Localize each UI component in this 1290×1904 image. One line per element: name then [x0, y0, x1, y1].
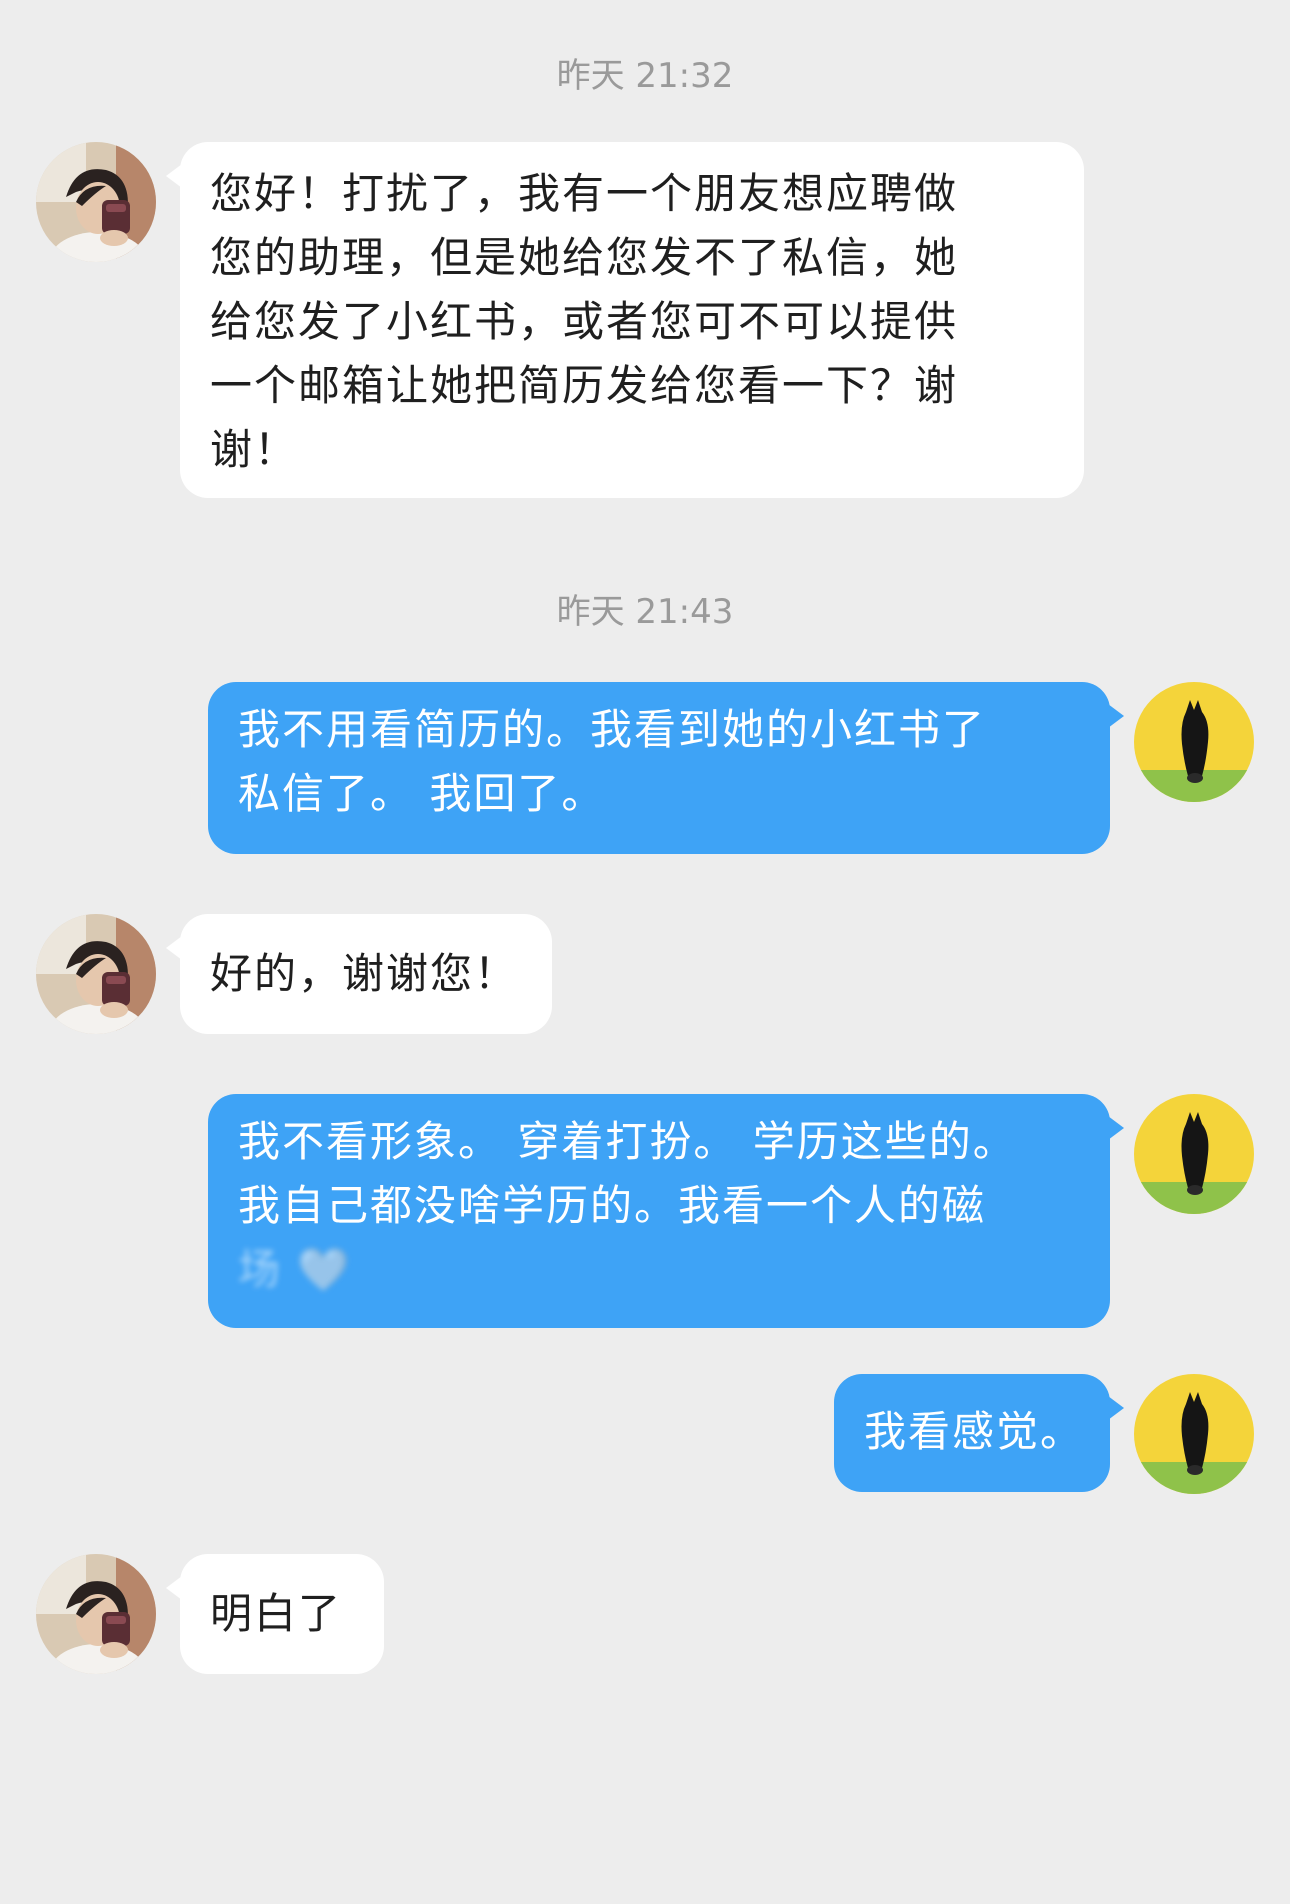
- message-line: 我不看形象。 穿着打扮。 学历这些的。: [238, 1117, 1017, 1166]
- message-line: 我自己都没啥学历的。我看一个人的磁: [238, 1181, 987, 1230]
- message-line: 私信了。 我回了。: [238, 769, 606, 818]
- message-line: 好的，谢谢您！: [210, 949, 519, 998]
- timestamp: 昨天 21:32: [556, 56, 734, 96]
- chat-window: 昨天 21:32 您好！打扰了，我有一个朋友想应聘做 您的助理，但是她给您发不了…: [0, 0, 1290, 1904]
- message-line: 给您发了小红书，或者您可不可以提供: [210, 297, 959, 346]
- message-line: 谢！: [210, 425, 299, 474]
- horse-head-avatar-icon[interactable]: [1134, 1094, 1254, 1214]
- message-bubble-incoming[interactable]: 明白了: [166, 1554, 384, 1674]
- message-line: 您好！打扰了，我有一个朋友想应聘做: [210, 169, 959, 218]
- message-bubble-outgoing[interactable]: 我看感觉。: [834, 1374, 1124, 1492]
- message-line: 我看感觉。: [864, 1407, 1085, 1456]
- timestamp: 昨天 21:43: [556, 592, 734, 632]
- message-bubble-outgoing[interactable]: 我不看形象。 穿着打扮。 学历这些的。 我自己都没啥学历的。我看一个人的磁 场 …: [208, 1094, 1124, 1328]
- message-bubble-outgoing[interactable]: 我不用看简历的。我看到她的小红书了 私信了。 我回了。: [208, 682, 1124, 854]
- message-line: 我不用看简历的。我看到她的小红书了: [238, 705, 987, 754]
- message-line: 一个邮箱让她把简历发给您看一下？谢: [210, 361, 959, 410]
- message-line: 您的助理，但是她给您发不了私信，她: [210, 233, 959, 282]
- message-bubble-incoming[interactable]: 您好！打扰了，我有一个朋友想应聘做 您的助理，但是她给您发不了私信，她 给您发了…: [166, 142, 1084, 498]
- horse-head-avatar-icon[interactable]: [1134, 1374, 1254, 1494]
- contact-avatar-icon[interactable]: [36, 142, 156, 262]
- contact-avatar-icon[interactable]: [36, 1554, 156, 1674]
- contact-avatar-icon[interactable]: [36, 914, 156, 1034]
- message-bubble-incoming[interactable]: 好的，谢谢您！: [166, 914, 552, 1034]
- message-line: 明白了: [210, 1589, 343, 1638]
- faded-message-line: 场 🤍: [238, 1245, 352, 1294]
- horse-head-avatar-icon[interactable]: [1134, 682, 1254, 802]
